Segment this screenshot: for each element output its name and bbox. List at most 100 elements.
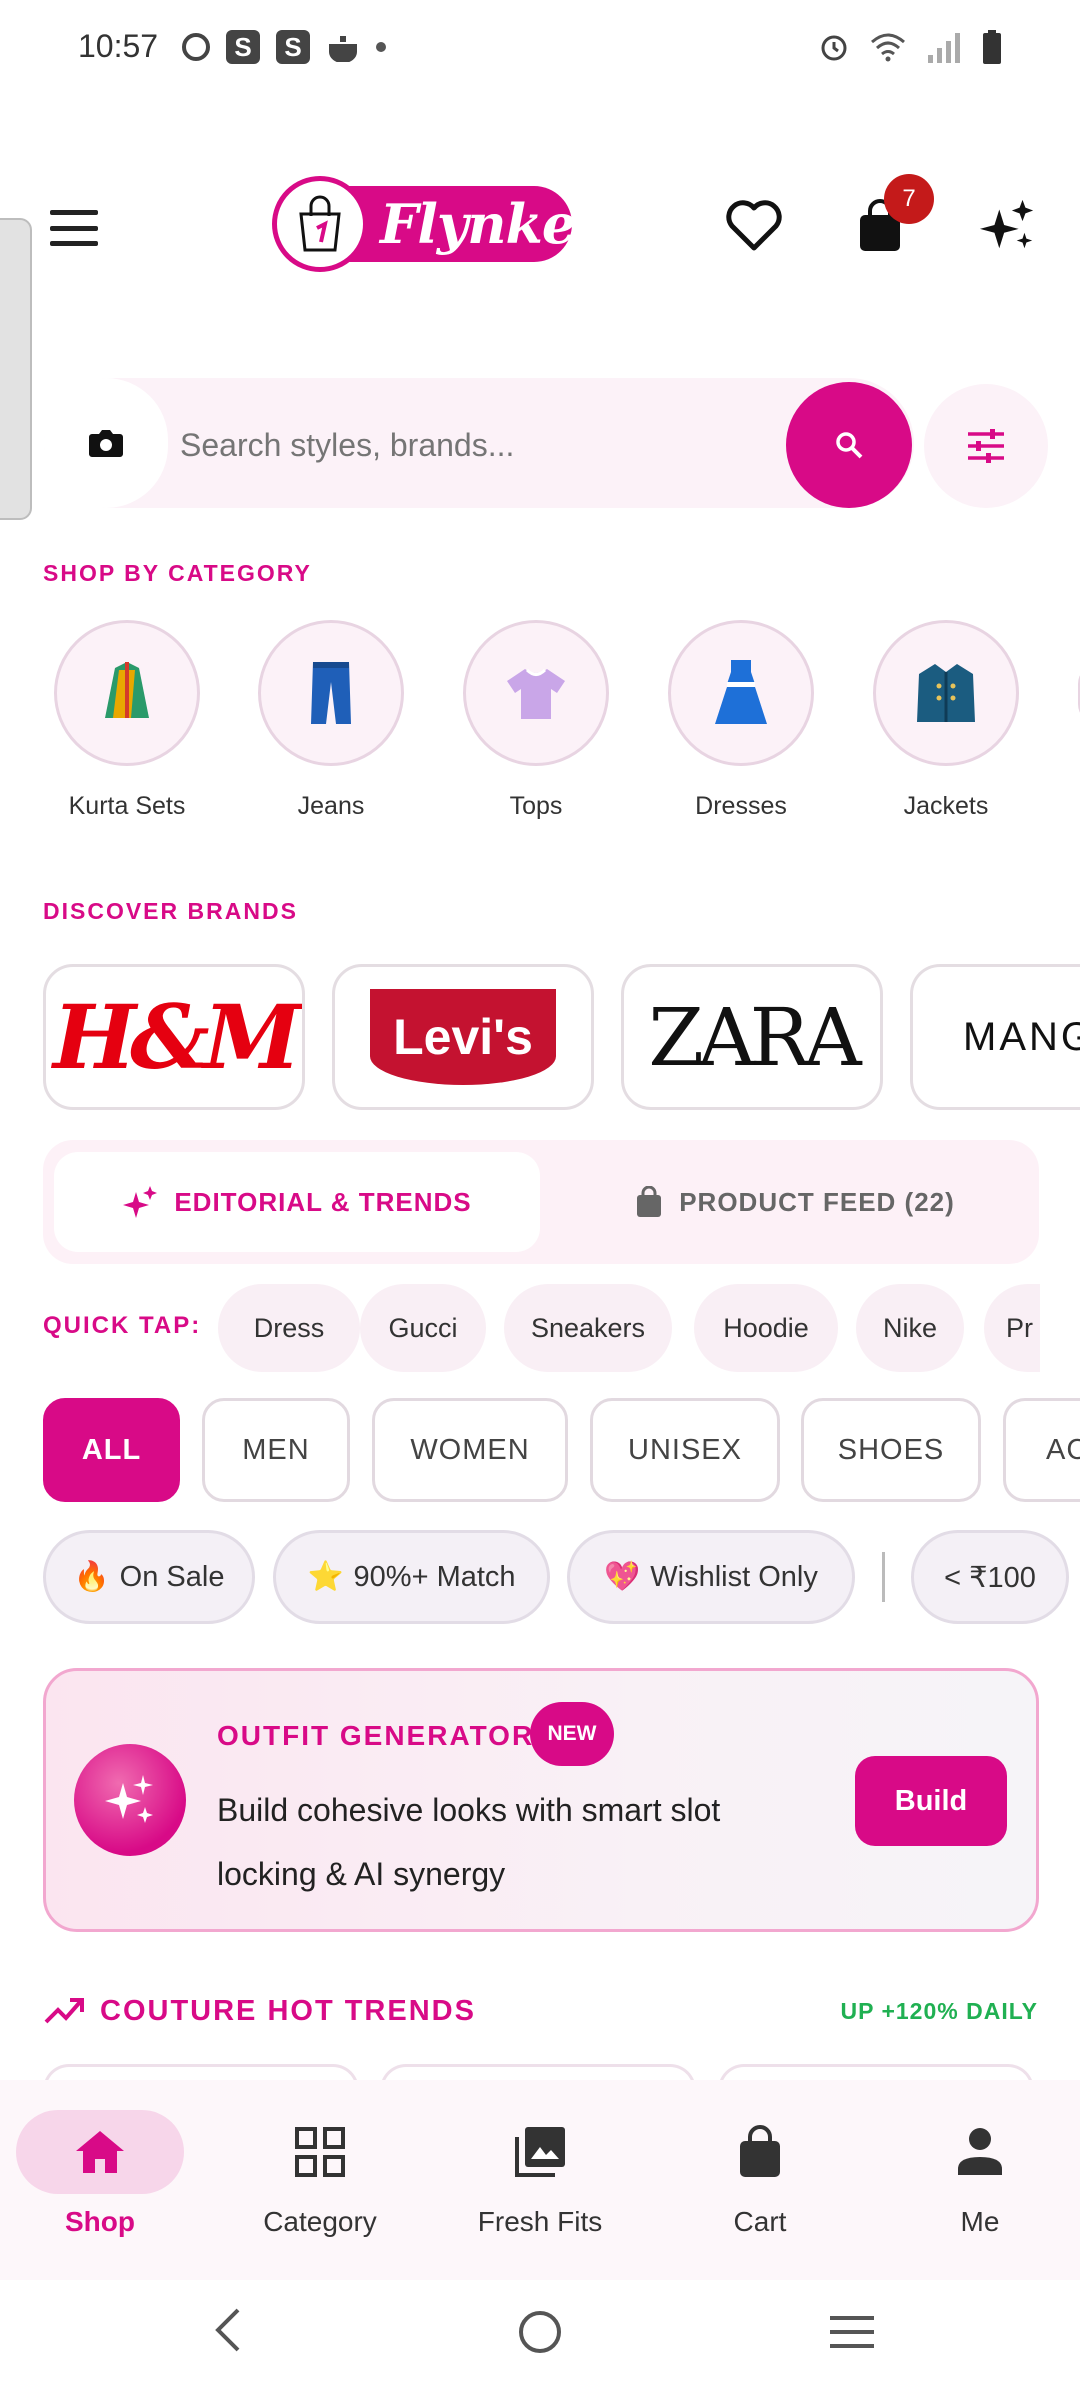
category-label: Kurta Sets <box>68 792 186 820</box>
gallery-icon <box>440 2110 640 2194</box>
home-circle-icon[interactable] <box>516 2308 564 2356</box>
chip-label: < ₹100 <box>944 1561 1036 1594</box>
chip-divider <box>882 1552 885 1602</box>
category-jackets[interactable]: Jackets <box>871 620 1021 821</box>
jeans-icon <box>258 620 404 766</box>
filter-tab-women[interactable]: WOMEN <box>372 1398 568 1502</box>
filter-tab-men[interactable]: MEN <box>202 1398 350 1502</box>
filter-tab-shoes[interactable]: SHOES <box>801 1398 981 1502</box>
person-icon <box>880 2110 1080 2194</box>
outfit-generator-description: Build cohesive looks with smart slot loc… <box>217 1792 721 1892</box>
brand-levis-logo: Levi's <box>370 989 556 1085</box>
battery-icon <box>983 30 1001 64</box>
tab-product-feed[interactable]: PRODUCT FEED (22) <box>560 1152 1030 1252</box>
camera-icon <box>89 430 123 457</box>
category-section-title: SHOP BY CATEGORY <box>43 560 312 586</box>
brand-hm-logo: H&M <box>52 985 301 1089</box>
back-icon[interactable] <box>210 2306 246 2354</box>
nav-me[interactable]: Me <box>880 2110 1080 2238</box>
filter-settings-button[interactable] <box>924 384 1048 508</box>
tab-editorial-trends[interactable]: EDITORIAL & TRENDS <box>54 1152 540 1252</box>
quick-tap-label: QUICK TAP: <box>43 1312 202 1339</box>
nav-category[interactable]: Category <box>220 2110 420 2238</box>
filter-chip-price[interactable]: < ₹100 <box>911 1530 1069 1624</box>
brand-mango-logo: MANGO <box>963 1014 1080 1059</box>
filter-tab-unisex[interactable]: UNISEX <box>590 1398 780 1502</box>
status-time: 10:57 <box>78 28 159 64</box>
trend-growth-tag: UP +120% DAILY <box>840 1998 1038 2024</box>
brand-levis[interactable]: Levi's <box>332 964 594 1110</box>
quick-chip-dress[interactable]: Dress <box>218 1284 360 1372</box>
new-badge: NEW <box>530 1702 614 1766</box>
wishlist-heart-icon[interactable] <box>724 196 784 256</box>
category-label: Dresses <box>695 792 787 820</box>
filter-tab-all[interactable]: ALL <box>43 1398 180 1502</box>
side-drawer-handle[interactable] <box>0 218 32 520</box>
filter-chip-on-sale[interactable]: 🔥 On Sale <box>43 1530 255 1624</box>
bag-icon <box>660 2110 860 2194</box>
tab-label: PRODUCT FEED (22) <box>679 1186 955 1217</box>
search-input[interactable] <box>180 420 760 470</box>
brand-hm[interactable]: H&M <box>43 964 305 1110</box>
category-label: Jeans <box>297 792 365 820</box>
brand-zara[interactable]: ZARA <box>621 964 883 1110</box>
app-s-icon: S <box>226 30 260 64</box>
kurta-icon <box>54 620 200 766</box>
filter-tab-partial[interactable]: AC <box>1003 1398 1080 1502</box>
quick-chip-partial[interactable]: Pr <box>984 1284 1040 1372</box>
cart-count-badge: 7 <box>884 174 934 224</box>
system-navigation-bar <box>0 2280 1080 2400</box>
app-s-icon: S <box>276 30 310 64</box>
category-kurta-sets[interactable]: Kurta Sets <box>52 620 202 821</box>
nav-label: Me <box>960 2206 1000 2237</box>
quick-chip-nike[interactable]: Nike <box>856 1284 964 1372</box>
quick-chip-sneakers[interactable]: Sneakers <box>504 1284 672 1372</box>
category-jeans[interactable]: Jeans <box>256 620 406 821</box>
nav-label: Category <box>263 2206 377 2237</box>
sparkle-icon <box>123 1186 158 1218</box>
sliders-icon <box>968 429 1004 463</box>
brands-section-title: DISCOVER BRANDS <box>43 898 298 924</box>
category-dresses[interactable]: Dresses <box>666 620 816 821</box>
pot-icon <box>329 36 357 62</box>
outfit-sparkle-icon <box>74 1744 186 1856</box>
filter-chip-wishlist[interactable]: 💖 Wishlist Only <box>567 1530 855 1624</box>
dress-icon <box>668 620 814 766</box>
category-tops[interactable]: Tops <box>461 620 611 821</box>
fire-icon: 🔥 <box>73 1561 110 1593</box>
nav-cart[interactable]: Cart <box>660 2110 860 2238</box>
filter-chip-match[interactable]: ⭐ 90%+ Match <box>273 1530 550 1624</box>
chip-label: 90%+ Match <box>353 1560 516 1593</box>
quick-chip-hoodie[interactable]: Hoodie <box>694 1284 838 1372</box>
notification-icons: S S <box>182 30 386 64</box>
build-button[interactable]: Build <box>855 1756 1007 1846</box>
shopping-bag-logo-icon <box>272 176 368 272</box>
trending-up-icon <box>44 1998 84 2024</box>
nav-label: Cart <box>733 2206 787 2237</box>
grid-icon <box>220 2110 420 2194</box>
tab-label: EDITORIAL & TRENDS <box>174 1186 472 1217</box>
nav-shop[interactable]: Shop <box>0 2110 200 2238</box>
star-icon: ⭐ <box>307 1561 344 1593</box>
camera-search-button[interactable] <box>44 378 168 508</box>
face-icon <box>182 33 210 61</box>
home-icon <box>16 2110 184 2194</box>
ai-sparkle-icon[interactable] <box>978 196 1038 256</box>
chip-label: Wishlist Only <box>650 1560 818 1593</box>
quick-chip-gucci[interactable]: Gucci <box>360 1284 486 1372</box>
recents-menu-icon[interactable] <box>828 2314 876 2350</box>
more-dot-icon <box>376 42 386 52</box>
status-bar: 10:57 S S <box>0 0 1080 96</box>
app-logo: Flynker <box>272 176 604 272</box>
nav-label: Shop <box>65 2206 135 2237</box>
jacket-icon <box>873 620 1019 766</box>
search-icon <box>836 432 863 459</box>
category-label: Jackets <box>903 792 989 820</box>
nav-label: Fresh Fits <box>477 2206 603 2237</box>
nav-fresh-fits[interactable]: Fresh Fits <box>440 2110 640 2238</box>
bag-icon <box>637 1186 662 1217</box>
menu-icon[interactable] <box>50 210 98 246</box>
system-icons <box>818 30 1002 64</box>
brand-mango[interactable]: MANGO <box>910 964 1080 1110</box>
search-button[interactable] <box>786 382 912 508</box>
